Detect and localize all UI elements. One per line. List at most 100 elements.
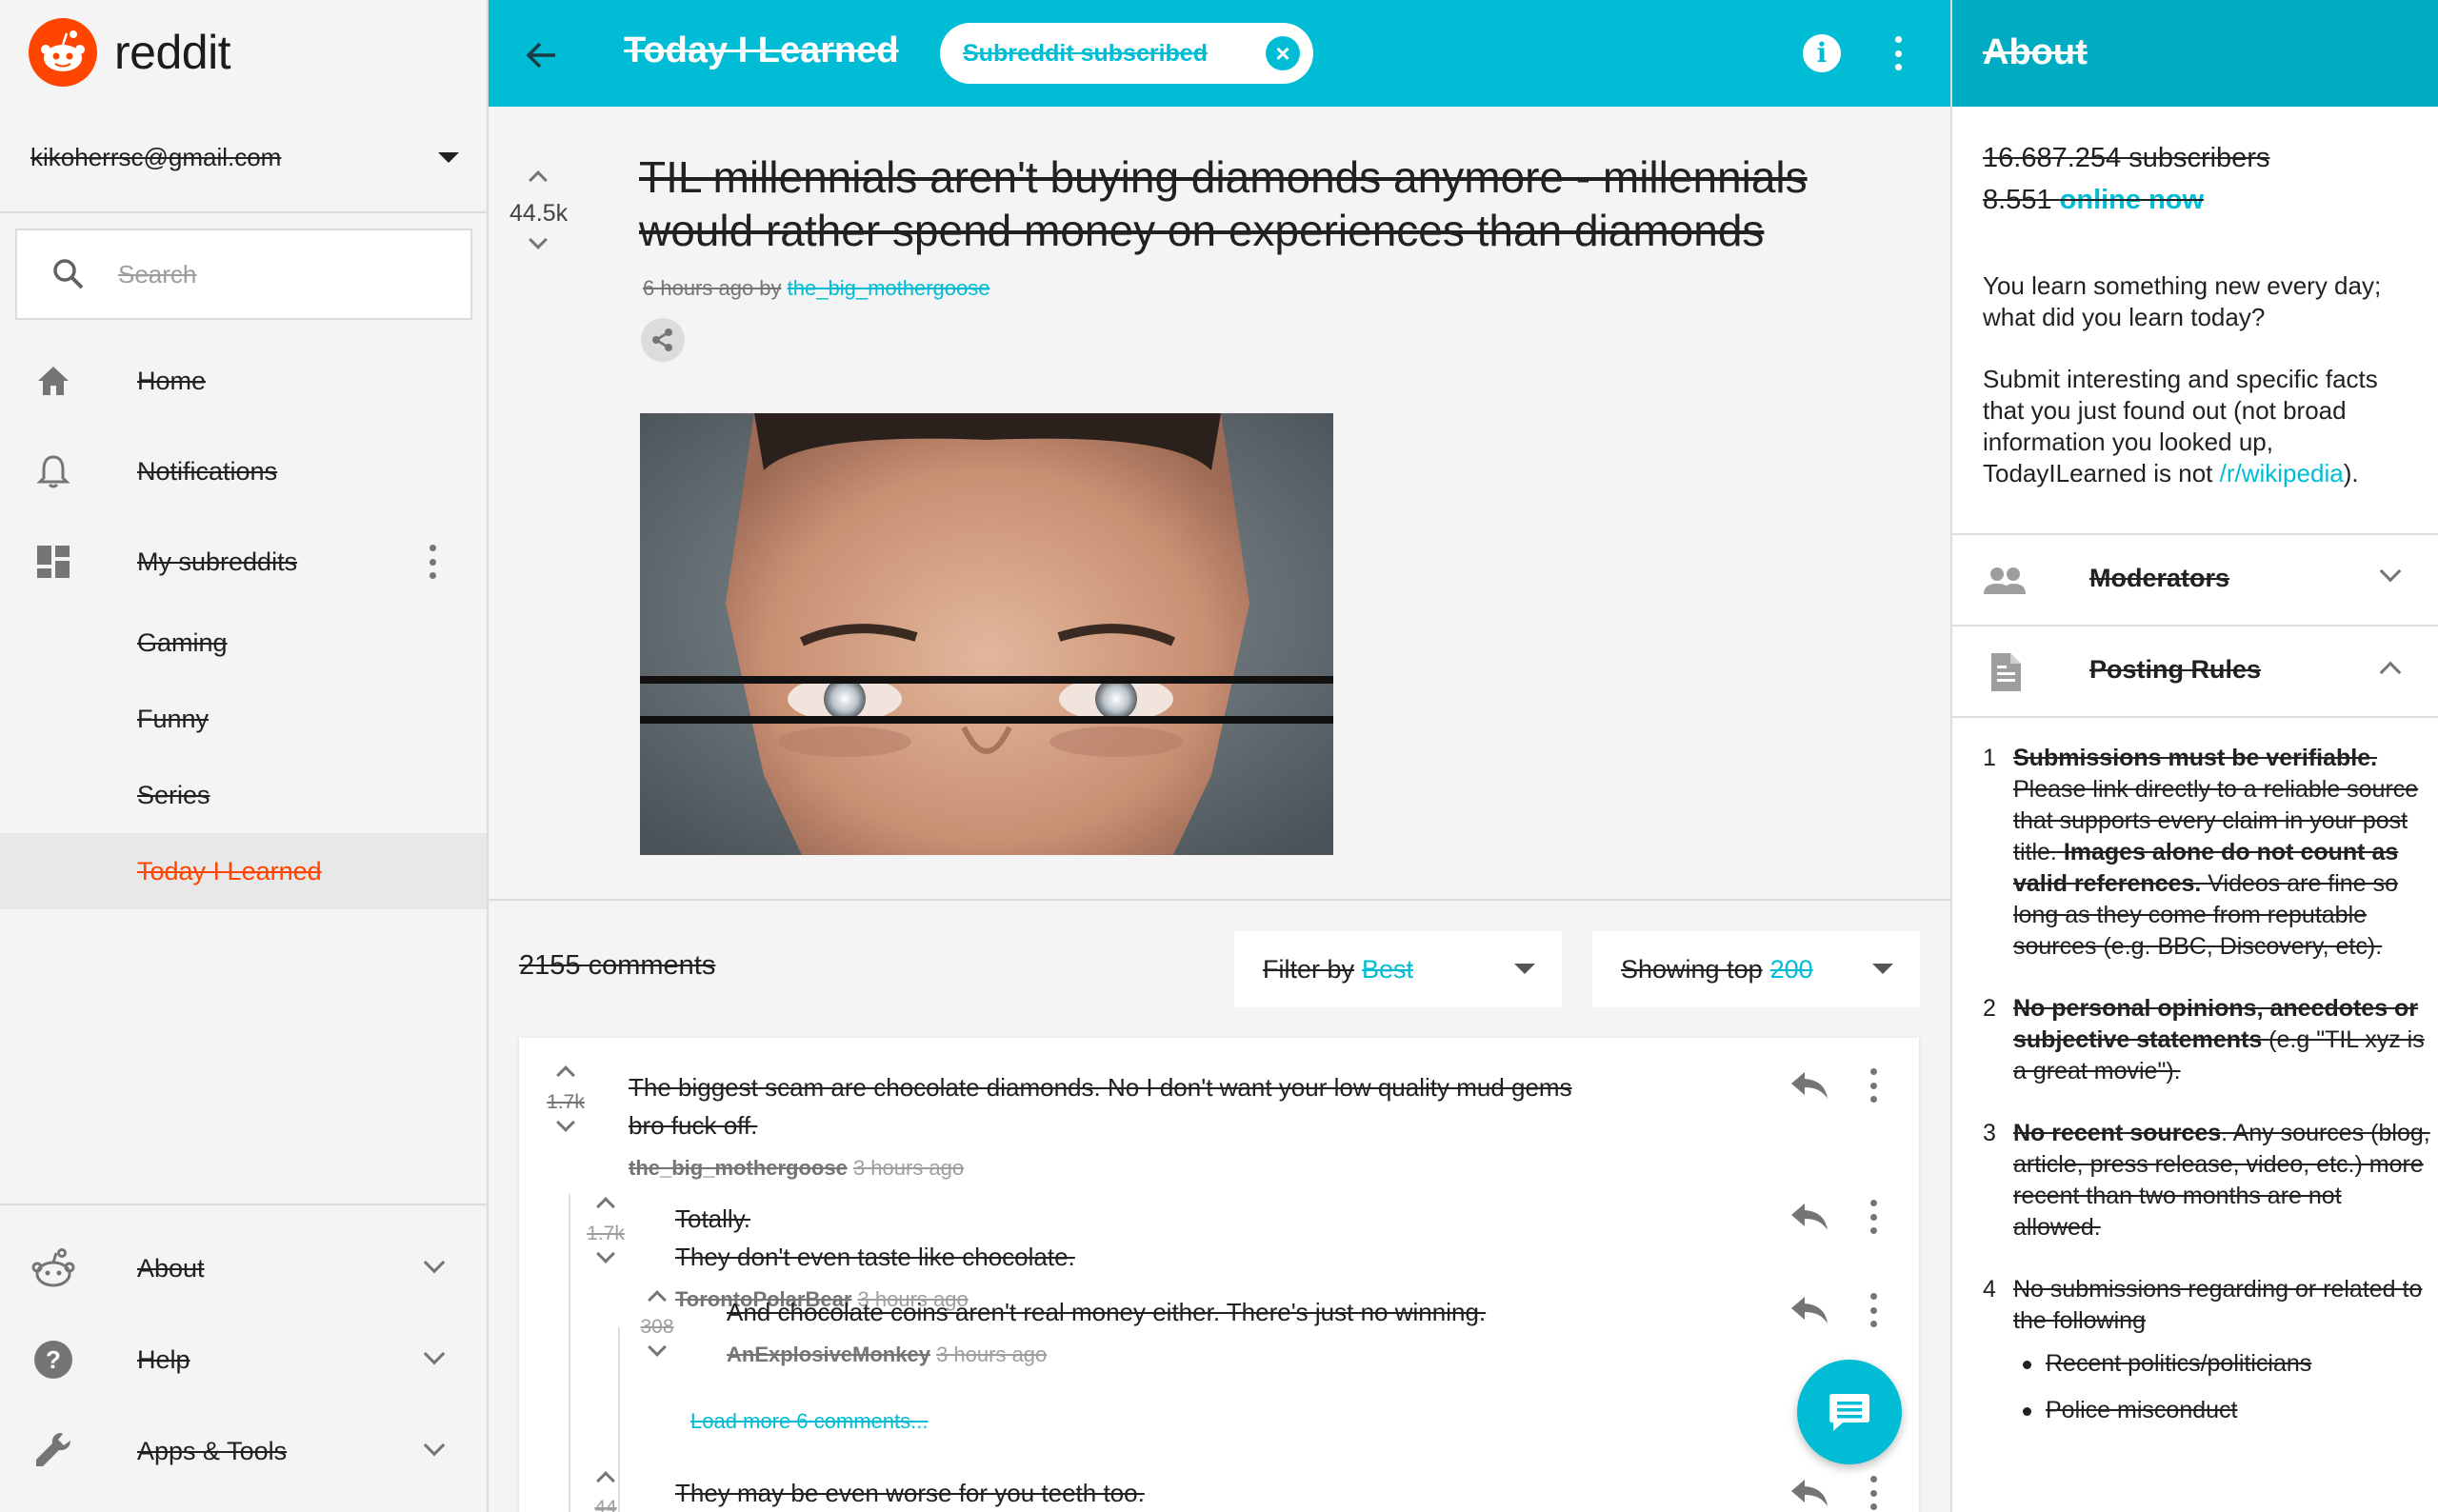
posting-rules-accordion[interactable]: Posting Rules [1952,625,2438,718]
people-icon [1984,567,2026,594]
svg-text:?: ? [46,1345,61,1374]
share-icon [652,328,672,351]
chevron-down-icon [2379,560,2402,583]
filter-value: Best [1362,954,1414,984]
upvote-icon[interactable] [529,170,548,189]
chip-label: Subreddit subscribed [963,39,1208,67]
reply-icon[interactable] [1789,1202,1829,1232]
sidebar-item-funny[interactable]: Funny [0,681,487,757]
search-input[interactable]: Search [15,229,472,320]
rule-bold: Submissions must be verifiable. [2013,745,2378,771]
desc-text-end: ). [2343,459,2359,487]
rule-text: No submissions regarding or related to t… [2013,1276,2423,1334]
chat-icon [1829,1394,1869,1431]
downvote-icon[interactable] [648,1338,667,1357]
post-image[interactable] [640,413,1333,855]
more-vert-icon[interactable] [1869,1293,1877,1327]
account-switcher[interactable]: kikoherrsc@gmail.com [30,143,459,172]
sidebar-item-help[interactable]: ? Help [0,1322,487,1398]
filter-prefix: Filter by [1263,954,1355,984]
subscribed-chip[interactable]: Subreddit subscribed × [940,23,1313,84]
sidebar-item-today-i-learned[interactable]: Today I Learned [0,833,487,909]
rule-4-bullets: Recent politics/politicians Police misco… [1983,1348,2430,1426]
moderators-accordion[interactable]: Moderators [1952,533,2438,625]
dashboard-icon [37,546,70,578]
post-author[interactable]: the_big_mothergoose [788,276,990,300]
comments-list: 1.7k The biggest scam are chocolate diam… [519,1038,1919,1512]
comment-score: 44 [594,1497,617,1512]
nav-my-subreddits[interactable]: My subreddits [0,524,487,600]
info-icon[interactable]: i [1803,34,1841,72]
upvote-icon[interactable] [596,1471,615,1490]
nav-notifications[interactable]: Notifications [0,433,487,509]
rules-list: 1 Submissions must be verifiable. Please… [1983,743,2430,1442]
sidebar-item-apps-tools[interactable]: Apps & Tools [0,1413,487,1489]
post-vote: 44.5k [510,170,568,249]
reddit-logo[interactable]: reddit [29,18,231,87]
comment-user[interactable]: the_big_mothergoose [629,1156,848,1180]
comment-text: The biggest scam are chocolate diamonds.… [629,1073,1572,1140]
about-title: About [1983,32,2088,72]
online-count: 8.551 [1983,185,2052,215]
comment-vote: 44 [582,1471,629,1512]
comment-text: They may be even worse for you teeth too… [675,1479,1145,1507]
filter-dropdown[interactable]: Filter by Best [1234,931,1562,1007]
rule-item: 2 No personal opinions, anecdotes or sub… [1983,993,2430,1087]
wrench-icon [36,1433,70,1466]
nav-label: Apps & Tools [137,1436,288,1465]
more-vert-icon[interactable] [1869,1068,1877,1103]
close-icon[interactable]: × [1266,36,1300,70]
comments-count: 2155 comments [519,950,716,981]
reply-icon[interactable] [1789,1478,1829,1508]
upvote-icon[interactable] [648,1290,667,1309]
downvote-icon[interactable] [556,1113,575,1132]
downvote-icon[interactable] [596,1244,615,1263]
comment-text: And chocolate coins aren't real money ei… [727,1298,1487,1326]
comment-text: Totally. They don't even taste like choc… [675,1200,1532,1276]
upvote-icon[interactable] [556,1065,575,1084]
more-vert-icon[interactable] [429,545,436,579]
reply-icon[interactable] [1789,1070,1829,1101]
more-vert-icon[interactable] [1869,1200,1877,1234]
sidebar-item-about[interactable]: About [0,1230,487,1306]
nav-home[interactable]: Home [0,343,487,419]
upvote-icon[interactable] [596,1197,615,1216]
sidebar: reddit kikoherrsc@gmail.com Search Home … [0,0,489,1512]
divider [489,899,1950,901]
nav-label: About [137,1253,205,1283]
online-label: online now [2059,185,2205,215]
online-stat: 8.551 online now [1983,179,2411,221]
sidebar-item-gaming[interactable]: Gaming [0,605,487,681]
compose-comment-button[interactable] [1797,1360,1902,1464]
comment-line: Totally. [675,1204,750,1233]
comment-user[interactable]: AnExplosiveMonkey [727,1343,930,1366]
about-panel: About 16.687.254 subscribers 8.551 onlin… [1950,0,2438,1512]
post-title[interactable]: TIL millennials aren't buying diamonds a… [639,150,1915,257]
post-view: 44.5k TIL millennials aren't buying diam… [489,107,1950,1512]
rule-bold: No recent sources [2013,1120,2222,1146]
more-vert-icon[interactable] [1869,1476,1877,1510]
downvote-icon[interactable] [529,230,548,249]
comment-vote: 308 [633,1290,681,1357]
comment-score: 1.7k [587,1223,625,1244]
showing-top-dropdown[interactable]: Showing top 200 [1592,931,1920,1007]
rule-item: 3 No recent sources. Any sources (blog, … [1983,1118,2430,1243]
caret-down-icon [1872,964,1893,974]
more-vert-icon[interactable] [1894,36,1902,70]
share-button[interactable] [641,318,685,362]
reply-icon[interactable] [1789,1295,1829,1325]
bullet-item: Recent politics/politicians [2013,1348,2430,1380]
sidebar-item-series[interactable]: Series [0,757,487,833]
about-header: About [1952,0,2438,107]
comment-vote: 1.7k [582,1197,629,1263]
back-arrow-icon[interactable] [525,38,559,72]
load-more-comments-link[interactable]: Load more 6 comments... [690,1409,928,1434]
wikipedia-link[interactable]: /r/wikipedia [2220,459,2344,487]
comment-score: 308 [640,1316,674,1338]
caret-down-icon [1514,964,1535,974]
divider [0,1204,487,1205]
subreddit-title: Today I Learned [624,30,899,70]
subreddit-label: Today I Learned [137,856,322,885]
reddit-alien-logo-icon [29,18,97,87]
help-icon: ? [34,1341,72,1379]
